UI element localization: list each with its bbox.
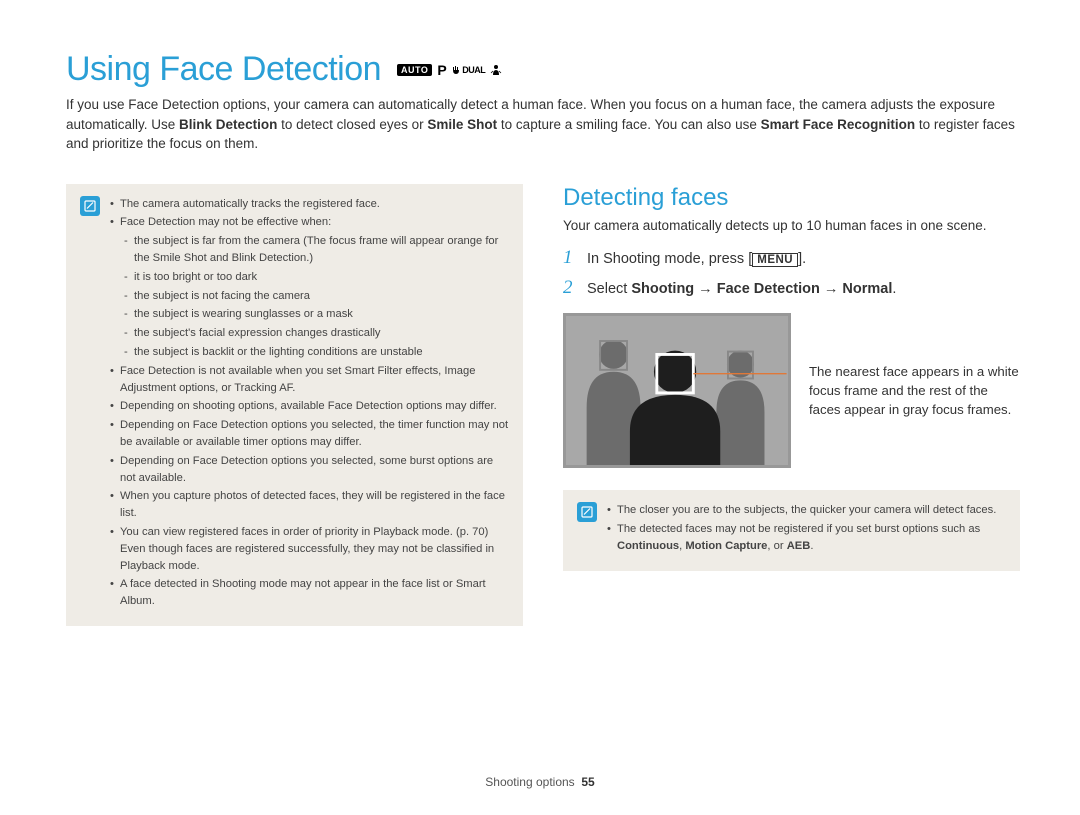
hand-icon — [451, 65, 461, 75]
step-number: 2 — [563, 277, 577, 299]
note-subitem: it is too bright or too dark — [124, 269, 509, 286]
page-number: 55 — [581, 775, 594, 789]
section-description: Your camera automatically detects up to … — [563, 216, 1020, 236]
note-item: A face detected in Shooting mode may not… — [110, 576, 509, 610]
note-item: Face Detection is not available when you… — [110, 363, 509, 397]
note-item: You can view registered faces in order o… — [110, 524, 509, 574]
intro-paragraph: If you use Face Detection options, your … — [66, 95, 1020, 154]
step-number: 1 — [563, 247, 577, 269]
page-title: Using Face Detection AUTO P DUAL — [66, 50, 1020, 89]
note-subitem: the subject's facial expression changes … — [124, 325, 509, 342]
note-item: Depending on Face Detection options you … — [110, 417, 509, 451]
figure-caption: The nearest face appears in a white focu… — [809, 362, 1020, 419]
program-mode-icon: P — [437, 62, 446, 78]
note-icon — [80, 196, 100, 216]
page-footer: Shooting options 55 — [0, 775, 1080, 789]
footer-section: Shooting options — [485, 775, 574, 789]
note-item: The closer you are to the subjects, the … — [607, 502, 1006, 519]
notes-right-list: The closer you are to the subjects, the … — [607, 502, 1006, 556]
mode-icons: AUTO P DUAL — [397, 62, 502, 78]
menu-key-icon: MENU — [752, 253, 798, 267]
section-heading: Detecting faces — [563, 184, 1020, 212]
title-text: Using Face Detection — [66, 50, 381, 89]
notes-left-list: The camera automatically tracks the regi… — [110, 196, 509, 612]
steps-list: 1 In Shooting mode, press [MENU]. 2 Sele… — [563, 247, 1020, 299]
note-item: Depending on shooting options, available… — [110, 398, 509, 415]
dual-mode-icon: DUAL — [451, 65, 485, 75]
note-subitem: the subject is backlit or the lighting c… — [124, 344, 509, 361]
notes-box-right: The closer you are to the subjects, the … — [563, 490, 1020, 570]
auto-icon: AUTO — [397, 64, 432, 76]
guide-icon — [490, 64, 502, 76]
note-item: The detected faces may not be registered… — [607, 521, 1006, 555]
camera-display-illustration — [563, 313, 791, 468]
note-item: Face Detection may not be effective when… — [110, 214, 509, 360]
note-subitem: the subject is not facing the camera — [124, 288, 509, 305]
notes-box-left: The camera automatically tracks the regi… — [66, 184, 523, 626]
step-1: 1 In Shooting mode, press [MENU]. — [563, 247, 1020, 269]
note-item: When you capture photos of detected face… — [110, 488, 509, 522]
note-item: Depending on Face Detection options you … — [110, 453, 509, 487]
note-subitem: the subject is wearing sunglasses or a m… — [124, 306, 509, 323]
note-icon — [577, 502, 597, 522]
figure-row: The nearest face appears in a white focu… — [563, 313, 1020, 468]
note-subitem: the subject is far from the camera (The … — [124, 233, 509, 267]
note-item: The camera automatically tracks the regi… — [110, 196, 509, 213]
step-2: 2 Select Shooting → Face Detection → Nor… — [563, 277, 1020, 299]
